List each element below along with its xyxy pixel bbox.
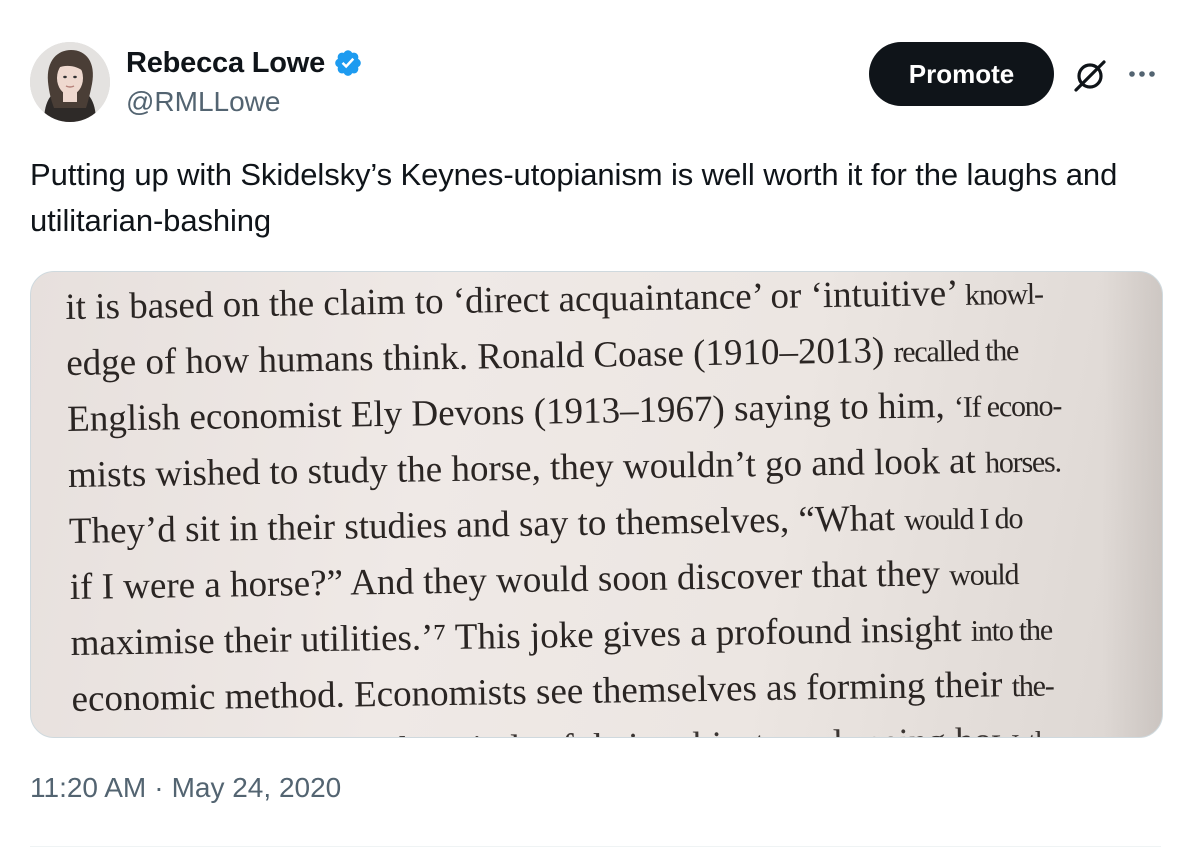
timestamp-separator: · xyxy=(154,772,164,803)
divider xyxy=(30,846,1161,847)
tweet: Rebecca Lowe @RMLLowe Promote Putting up… xyxy=(0,0,1182,854)
tweet-media-photo[interactable]: it is based on the claim to ‘direct acqu… xyxy=(30,271,1163,738)
avatar-photo xyxy=(30,42,110,122)
tweet-time[interactable]: 11:20 AM xyxy=(30,772,146,804)
author-handle[interactable]: @RMLLowe xyxy=(126,86,280,118)
tweet-date[interactable]: May 24, 2020 xyxy=(172,772,342,804)
slashed-circle-icon[interactable] xyxy=(1068,56,1112,96)
display-name[interactable]: Rebecca Lowe xyxy=(126,47,325,80)
tweet-text: Putting up with Skidelsky’s Keynes-utopi… xyxy=(30,157,1118,238)
more-horizontal-icon[interactable] xyxy=(1122,56,1162,96)
book-page-text: it is based on the claim to ‘direct acqu… xyxy=(65,272,1153,737)
author-name-row[interactable]: Rebecca Lowe xyxy=(126,44,363,82)
tweet-timestamp[interactable]: 11:20 AM · May 24, 2020 xyxy=(30,772,341,804)
avatar[interactable] xyxy=(30,42,110,122)
verified-badge-icon[interactable] xyxy=(333,48,363,78)
promote-button[interactable]: Promote xyxy=(869,42,1054,106)
